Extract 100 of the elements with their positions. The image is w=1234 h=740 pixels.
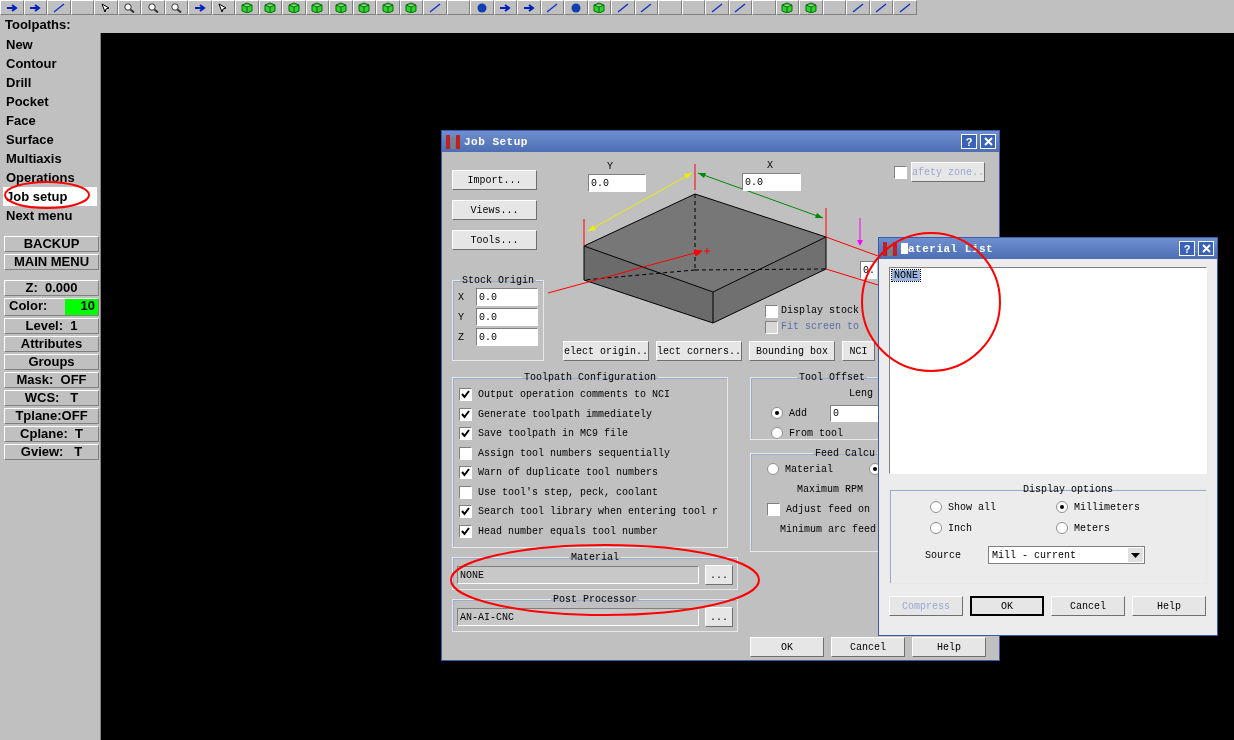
status-button[interactable]: Groups bbox=[4, 354, 99, 370]
checkbox[interactable] bbox=[459, 446, 472, 460]
toolbar-button[interactable] bbox=[117, 0, 141, 15]
post-processor-field[interactable]: AN-AI-CNC bbox=[457, 608, 699, 626]
nav-button[interactable]: MAIN MENU bbox=[4, 254, 99, 270]
status-button[interactable]: Cplane: T bbox=[4, 426, 99, 442]
checkbox[interactable] bbox=[894, 166, 907, 179]
radio-button[interactable] bbox=[767, 463, 779, 475]
dialog-button[interactable]: OK bbox=[970, 596, 1044, 616]
toolbar-button[interactable] bbox=[517, 0, 541, 15]
nav-button[interactable]: BACKUP bbox=[4, 236, 99, 252]
toolbar-button[interactable] bbox=[23, 0, 47, 15]
status-button[interactable]: Z: 0.000 bbox=[4, 280, 99, 296]
toolbar-button[interactable] bbox=[0, 0, 24, 15]
dialog-button[interactable]: OK bbox=[750, 637, 824, 657]
dialog-button[interactable]: Tools... bbox=[452, 230, 537, 250]
menu-item[interactable]: Contour bbox=[3, 54, 97, 73]
dialog-button[interactable]: Import... bbox=[452, 170, 537, 190]
toolbar-button[interactable] bbox=[47, 0, 71, 15]
radio-button[interactable] bbox=[930, 522, 942, 534]
status-button[interactable]: Attributes bbox=[4, 336, 99, 352]
toolbar-button[interactable] bbox=[634, 0, 658, 15]
checkbox[interactable] bbox=[459, 466, 472, 480]
radio-label: Inch bbox=[948, 522, 972, 534]
menu-item[interactable]: Operations bbox=[3, 168, 97, 187]
toolbar-button[interactable] bbox=[705, 0, 729, 15]
dialog-button[interactable]: lect corners.. bbox=[656, 341, 742, 361]
material-field[interactable]: NONE bbox=[457, 566, 699, 584]
checkbox[interactable] bbox=[459, 427, 472, 441]
dialog-button[interactable]: Cancel bbox=[1051, 596, 1125, 616]
checkbox[interactable] bbox=[459, 485, 472, 499]
input-field[interactable]: 0.0 bbox=[588, 174, 646, 192]
field-label: X bbox=[458, 291, 465, 303]
toolbar-button[interactable] bbox=[141, 0, 165, 15]
close-button[interactable] bbox=[1198, 241, 1214, 256]
dialog-button[interactable]: elect origin.. bbox=[563, 341, 649, 361]
cube-icon bbox=[286, 2, 301, 13]
help-button[interactable]: ? bbox=[961, 134, 977, 149]
checkbox[interactable] bbox=[459, 524, 472, 538]
toolbar-button[interactable] bbox=[164, 0, 188, 15]
toolbar-button[interactable] bbox=[869, 0, 893, 15]
toolbar-button[interactable] bbox=[611, 0, 635, 15]
checkbox[interactable] bbox=[765, 305, 778, 318]
menu-item[interactable]: Pocket bbox=[3, 92, 97, 111]
menu-item[interactable]: Next menu bbox=[3, 206, 97, 225]
menu-item[interactable]: Face bbox=[3, 111, 97, 130]
list-item[interactable]: NONE bbox=[892, 270, 920, 281]
radio-button[interactable] bbox=[1056, 522, 1068, 534]
toolbar-button[interactable] bbox=[94, 0, 118, 15]
checkbox[interactable] bbox=[459, 388, 472, 402]
input-field[interactable]: 0.0 bbox=[742, 173, 801, 191]
menu-item[interactable]: New bbox=[3, 35, 97, 54]
menu-item[interactable]: Surface bbox=[3, 130, 97, 149]
toolbar-button[interactable] bbox=[423, 0, 447, 15]
dialog-button[interactable]: Help bbox=[912, 637, 986, 657]
help-button[interactable]: ? bbox=[1179, 241, 1195, 256]
menu-item[interactable]: Job setup bbox=[3, 187, 97, 206]
radio-button[interactable] bbox=[771, 407, 783, 419]
radio-button[interactable] bbox=[771, 427, 783, 439]
status-button[interactable]: Gview: T bbox=[4, 444, 99, 460]
radio-label: Meters bbox=[1074, 522, 1110, 534]
input-field[interactable]: 0.0 bbox=[476, 328, 538, 346]
menu-item[interactable]: Drill bbox=[3, 73, 97, 92]
input-field[interactable]: 0.0 bbox=[476, 308, 538, 326]
status-button[interactable]: WCS: T bbox=[4, 390, 99, 406]
checkbox[interactable] bbox=[459, 505, 472, 519]
radio-button[interactable] bbox=[930, 501, 942, 513]
toolbar-button[interactable] bbox=[470, 0, 494, 15]
toolbar-button[interactable] bbox=[211, 0, 235, 15]
dialog-button[interactable]: Bounding box bbox=[749, 341, 835, 361]
status-button[interactable]: Level: 1 bbox=[4, 318, 99, 334]
toolbar-button[interactable] bbox=[893, 0, 917, 15]
color-button[interactable]: Color: 10 bbox=[4, 298, 99, 316]
input-field[interactable]: 0 bbox=[830, 404, 880, 422]
toolbar-button[interactable] bbox=[846, 0, 870, 15]
toolbar-button[interactable] bbox=[188, 0, 212, 15]
status-button[interactable]: Mask: OFF bbox=[4, 372, 99, 388]
checkbox[interactable] bbox=[459, 407, 472, 421]
source-dropdown[interactable]: Mill - current bbox=[988, 546, 1145, 564]
radio-button[interactable] bbox=[1056, 501, 1068, 513]
status-button[interactable]: Tplane:OFF bbox=[4, 408, 99, 424]
dialog-button[interactable]: NCI bbox=[842, 341, 875, 361]
cube-icon bbox=[592, 2, 607, 13]
menu-item[interactable]: Multiaxis bbox=[3, 149, 97, 168]
close-button[interactable] bbox=[980, 134, 996, 149]
dialog-button[interactable]: Help bbox=[1132, 596, 1206, 616]
dialog-button[interactable]: Views... bbox=[452, 200, 537, 220]
dialog-button[interactable]: Cancel bbox=[831, 637, 905, 657]
toolbar-button[interactable] bbox=[728, 0, 752, 15]
section-label: Toolpaths: bbox=[5, 16, 71, 32]
toolbar-button[interactable] bbox=[564, 0, 588, 15]
input-field[interactable]: 0.0 bbox=[476, 288, 538, 306]
toolbar-button[interactable] bbox=[493, 0, 517, 15]
browse-button[interactable]: ... bbox=[705, 607, 733, 627]
cube-icon bbox=[803, 2, 818, 13]
line-icon bbox=[851, 2, 864, 13]
browse-button[interactable]: ... bbox=[705, 565, 733, 585]
group-label: Toolpath Configuration bbox=[523, 372, 657, 383]
checkbox[interactable] bbox=[767, 502, 780, 516]
toolbar-button[interactable] bbox=[540, 0, 564, 15]
